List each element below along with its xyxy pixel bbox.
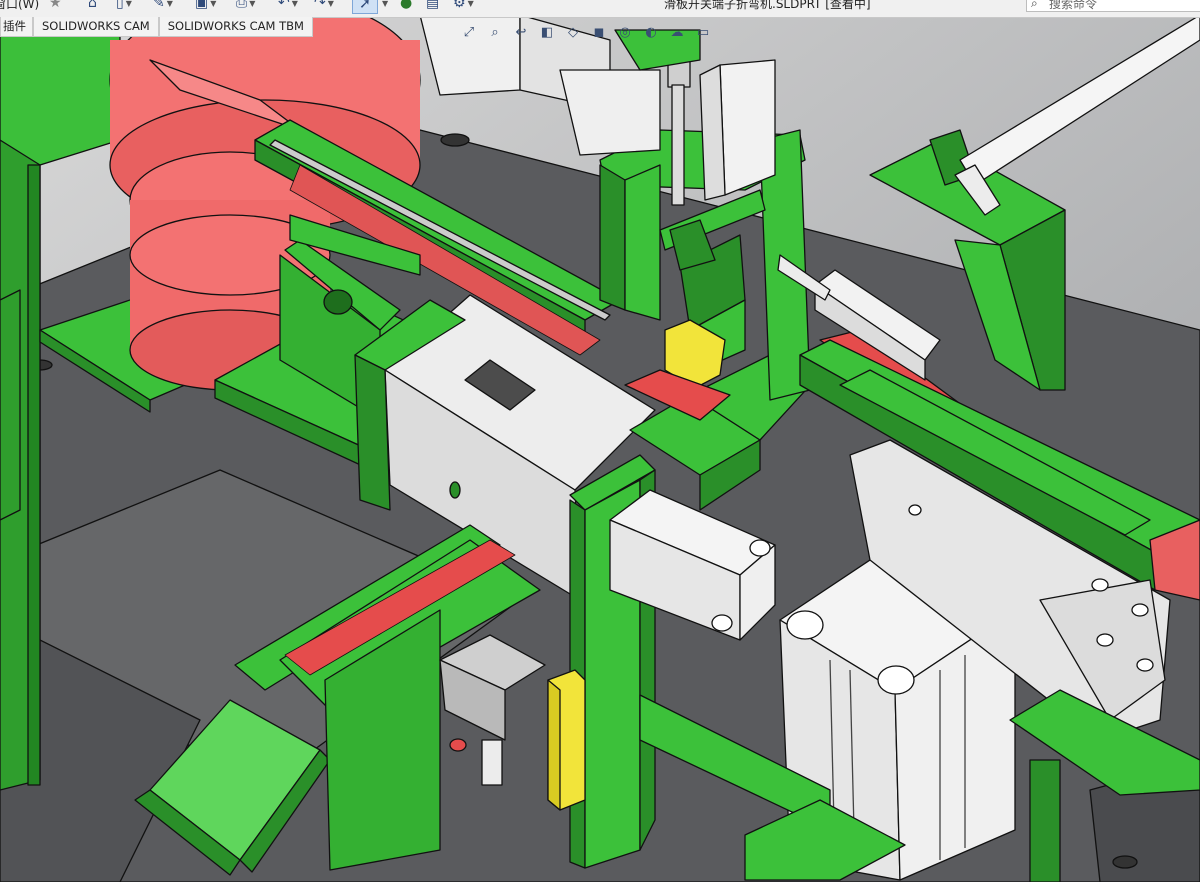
tab-solidworks-cam-tbm[interactable]: SOLIDWORKS CAM TBM — [158, 17, 313, 37]
search-commands-field[interactable]: ⌕ 搜索命令 — [1026, 0, 1200, 12]
undo-icon[interactable]: ↶ ▼ — [278, 0, 298, 12]
chevron-down-icon[interactable]: ▼ — [167, 0, 173, 8]
save-icon[interactable]: ▣ ▼ — [195, 0, 216, 12]
scene-icon[interactable]: ☁ — [668, 23, 686, 41]
chevron-down-icon[interactable]: ▼ — [126, 0, 132, 8]
section-view-icon[interactable]: ◧ — [538, 23, 556, 41]
search-icon: ⌕ — [1031, 0, 1038, 10]
print-icon[interactable]: ⎙ ▼ — [236, 0, 255, 12]
chevron-down-icon[interactable]: ▼ — [210, 0, 216, 8]
search-placeholder: 搜索命令 — [1049, 0, 1098, 11]
zoom-to-fit-icon[interactable]: ⤢ — [460, 23, 478, 41]
previous-view-icon[interactable]: ↩ — [512, 23, 530, 41]
new-document-icon[interactable]: ▯ ▼ — [116, 0, 132, 12]
title-bar: 窗口(W) ★ ⌂ ▯ ▼ ✎ ▼ ▣ ▼ ⎙ ▼ ↶ ▼ ↷ ▼ ➚ ▼ ● ▤ ⚙ ▼ 滑… — [0, 0, 1200, 18]
zoom-area-icon[interactable]: ⌕ — [486, 23, 504, 41]
sketch-icon[interactable]: ✎ ▼ — [153, 0, 173, 12]
display-style-icon[interactable]: ◼ — [590, 23, 608, 41]
appearance-icon[interactable]: ◐ — [642, 23, 660, 41]
graphics-area[interactable] — [0, 0, 1200, 882]
hide-show-icon[interactable]: ◎ — [616, 23, 634, 41]
tab-plugins[interactable]: 插件 — [0, 17, 33, 37]
command-manager-tabs: 插件 SOLIDWORKS CAM SOLIDWORKS CAM TBM — [0, 17, 313, 37]
home-icon[interactable]: ⌂ — [88, 0, 97, 12]
chevron-down-icon[interactable]: ▼ — [292, 0, 298, 8]
select-arrow-icon[interactable]: ➚ — [352, 0, 378, 14]
chevron-down-icon[interactable]: ▼ — [380, 0, 388, 12]
view-settings-icon[interactable]: ▭ — [694, 23, 712, 41]
redo-icon[interactable]: ↷ ▼ — [314, 0, 334, 12]
options-gear-icon[interactable]: ⚙ ▼ — [453, 0, 474, 12]
chevron-down-icon[interactable]: ▼ — [468, 0, 474, 8]
chevron-down-icon[interactable]: ▼ — [249, 0, 255, 8]
file-properties-icon[interactable]: ▤ — [426, 0, 439, 12]
window-menu[interactable]: 窗口(W) — [0, 0, 39, 12]
heads-up-view-toolbar: ⤢ ⌕ ↩ ◧ ◇ ◼ ◎ ◐ ☁ ▭ — [460, 20, 712, 44]
chevron-down-icon[interactable]: ▼ — [328, 0, 334, 8]
pin-star-icon[interactable]: ★ — [49, 0, 62, 11]
document-title: 滑板开关端子折弯机.SLDPRT [查看中] — [664, 0, 871, 11]
view-orientation-icon[interactable]: ◇ — [564, 23, 582, 41]
traffic-light-icon[interactable]: ● — [400, 0, 412, 12]
tab-solidworks-cam[interactable]: SOLIDWORKS CAM — [33, 17, 159, 37]
